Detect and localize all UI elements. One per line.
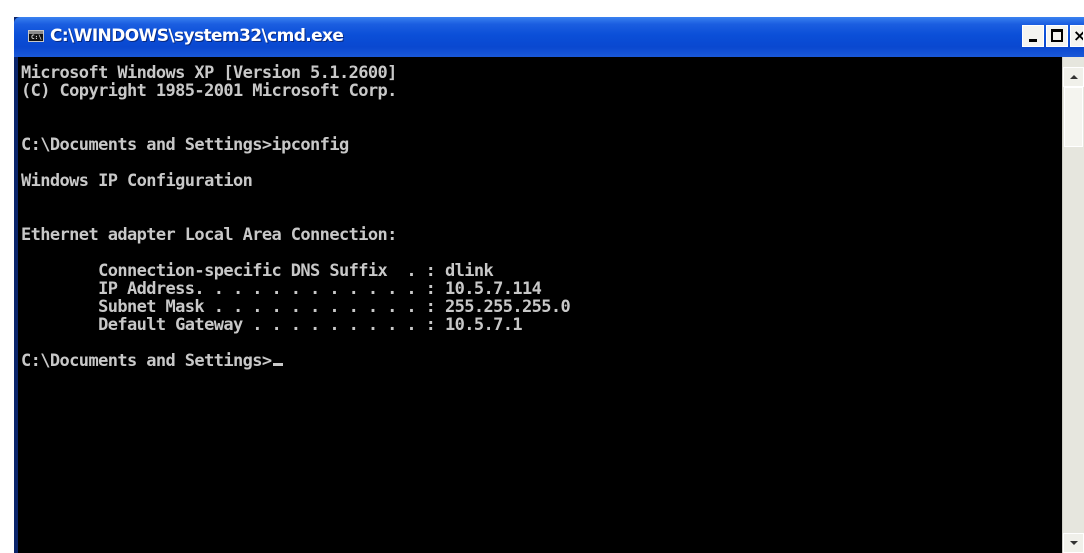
prompt-line: C:\Documents and Settings>ipconfig [21, 135, 349, 155]
prompt-text: C:\Documents and Settings> [21, 351, 272, 371]
row-value: dlink [444, 261, 494, 281]
console-window-icon[interactable]: C:\ [28, 30, 44, 42]
vertical-scrollbar[interactable] [1062, 57, 1084, 553]
row-value: 255.255.255.0 [444, 297, 571, 317]
row-value: 10.5.7.1 [444, 315, 523, 335]
row-label: IP Address. . . . . . . . . . . . : [21, 279, 445, 299]
row-value: 10.5.7.114 [444, 279, 542, 299]
row-label: Default Gateway . . . . . . . . . : [21, 315, 445, 335]
ipconfig-row: IP Address. . . . . . . . . . . . : 10.5… [21, 280, 1062, 298]
ipconfig-row: Default Gateway . . . . . . . . . : 10.5… [21, 316, 1062, 334]
window-title: C:\WINDOWS\system32\cmd.exe [50, 26, 344, 46]
ipconfig-row: Subnet Mask . . . . . . . . . . . : 255.… [21, 298, 1062, 316]
console-output-area[interactable]: Microsoft Windows XP [Version 5.1.2600] … [18, 57, 1062, 553]
scroll-up-arrow-icon[interactable] [1063, 67, 1084, 87]
row-label: Subnet Mask . . . . . . . . . . . : [21, 297, 445, 317]
config-heading: Windows IP Configuration [21, 171, 253, 191]
close-button[interactable]: × [1070, 25, 1084, 47]
icon-prompt-text: C:\ [31, 34, 42, 41]
cmd-window: C:\ C:\WINDOWS\system32\cmd.exe × Micros… [14, 17, 1084, 553]
title-bar[interactable]: C:\ C:\WINDOWS\system32\cmd.exe × [14, 17, 1084, 57]
row-label: Connection-specific DNS Suffix . : [21, 261, 445, 281]
scroll-thumb[interactable] [1064, 87, 1083, 147]
current-prompt[interactable]: C:\Documents and Settings> [21, 352, 1062, 370]
maximize-button[interactable] [1046, 25, 1068, 47]
scroll-down-arrow-icon[interactable] [1063, 533, 1084, 553]
console-text: Microsoft Windows XP [Version 5.1.2600] … [18, 57, 1062, 370]
text-cursor [272, 363, 283, 366]
title-buttons: × [1022, 25, 1084, 49]
ipconfig-row: Connection-specific DNS Suffix . : dlink [21, 262, 1062, 280]
adapter-heading: Ethernet adapter Local Area Connection: [21, 225, 397, 245]
minimize-button[interactable] [1022, 25, 1044, 47]
banner-line: Microsoft Windows XP [Version 5.1.2600] [21, 63, 397, 83]
copyright-line: (C) Copyright 1985-2001 Microsoft Corp. [21, 81, 397, 101]
